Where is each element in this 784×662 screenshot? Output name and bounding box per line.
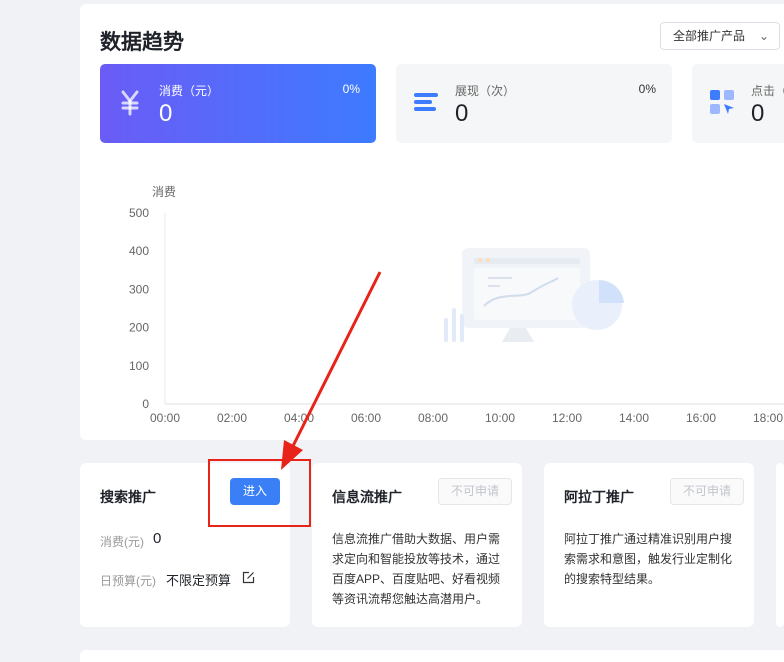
page: 数据趋势 全部推广产品 ⌄ 消费（元） 0 0% 展现（次） 0 0% 点击（ … — [0, 0, 784, 662]
annotation-arrow — [281, 271, 382, 470]
